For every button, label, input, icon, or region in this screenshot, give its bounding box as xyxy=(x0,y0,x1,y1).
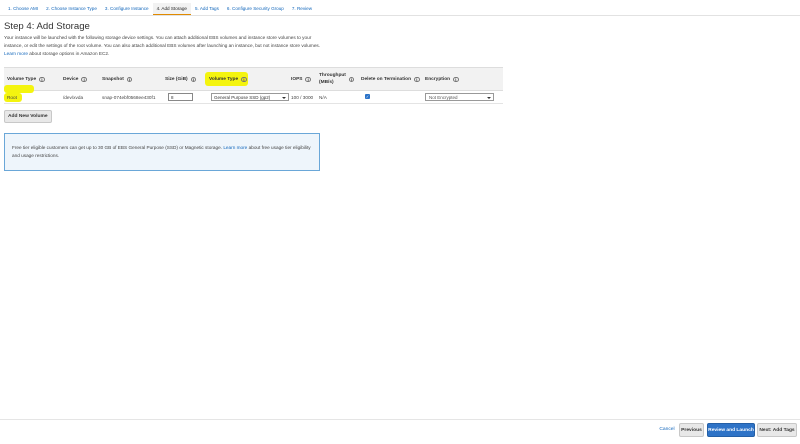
header-volume-type: Volume Type i xyxy=(7,68,45,91)
notice-learn-more-link[interactable]: Learn more xyxy=(223,145,247,150)
intro-text: Your instance will be launched with the … xyxy=(4,34,324,58)
info-icon[interactable]: i xyxy=(81,76,87,83)
header-size-label: Size (GiB) xyxy=(165,77,188,82)
header-snapshot-label: Snapshot xyxy=(102,77,124,82)
volume-type-select[interactable]: General Purpose SSD (gp2) xyxy=(211,93,289,101)
tab-add-storage[interactable]: 4. Add Storage xyxy=(152,3,191,15)
header-ebs-volume-type-label: Volume Type xyxy=(209,77,239,82)
header-encryption-label: Encryption xyxy=(425,77,451,82)
table-row: Root /dev/xvda snap-074ebf0568ee430f1 8 … xyxy=(4,91,503,104)
table-header: Volume Type i Device i Snapshot i Size (GiB… xyxy=(4,67,503,93)
cell-device: /dev/xvda xyxy=(63,94,84,100)
tab-configure-instance[interactable]: 3. Configure Instance xyxy=(101,3,153,15)
volume-type-select-value: General Purpose SSD (gp2) xyxy=(214,95,271,100)
tab-configure-security-group[interactable]: 6. Configure Security Group xyxy=(223,3,288,15)
header-encryption: Encryption i xyxy=(425,68,459,91)
cell-volume-type: Root xyxy=(7,94,17,100)
review-and-launch-button[interactable]: Review and Launch xyxy=(707,423,755,437)
cell-iops: 100 / 3000 xyxy=(291,94,314,100)
tab-add-tags[interactable]: 5. Add Tags xyxy=(191,3,223,15)
delete-on-termination-checkbox[interactable]: ✓ xyxy=(365,94,370,99)
header-delete-on-termination-label: Delete on Termination xyxy=(361,77,412,82)
wizard-divider xyxy=(0,15,800,16)
check-icon: ✓ xyxy=(365,94,370,99)
info-icon[interactable]: i xyxy=(190,76,197,83)
info-icon[interactable]: i xyxy=(348,76,355,83)
tab-choose-ami[interactable]: 1. Choose AMI xyxy=(4,3,42,15)
header-iops-label: IOPS xyxy=(291,77,303,82)
page-title: Step 4: Add Storage xyxy=(4,21,90,32)
header-size: Size (GiB) i xyxy=(165,68,197,91)
learn-more-link[interactable]: Learn more xyxy=(4,51,28,56)
wizard-steps: 1. Choose AMI 2. Choose Instance Type 3.… xyxy=(4,3,316,15)
info-icon[interactable]: i xyxy=(241,76,247,83)
header-throughput-unit: (MB/s) xyxy=(319,79,334,85)
cell-snapshot[interactable]: snap-074ebf0568ee430f1 xyxy=(102,91,155,103)
header-snapshot: Snapshot i xyxy=(102,68,133,91)
header-volume-type-label: Volume Type xyxy=(7,77,37,82)
header-device: Device i xyxy=(63,68,87,91)
info-icon[interactable]: i xyxy=(39,76,45,83)
notice-text: Free tier eligible customers can get up … xyxy=(12,145,222,150)
previous-button[interactable]: Previous xyxy=(679,423,704,437)
info-icon[interactable]: i xyxy=(305,76,311,83)
header-device-label: Device xyxy=(63,77,79,82)
caret-down-icon xyxy=(282,96,286,99)
footer-divider xyxy=(0,419,800,420)
add-new-volume-button[interactable]: Add New Volume xyxy=(4,110,52,123)
info-icon[interactable]: i xyxy=(126,76,133,83)
header-ebs-volume-type: Volume Type i xyxy=(209,68,247,91)
encryption-select[interactable]: Not Encrypted xyxy=(425,93,494,101)
size-input[interactable]: 8 xyxy=(168,93,193,101)
tab-review[interactable]: 7. Review xyxy=(288,3,316,15)
intro-suffix: about storage options in Amazon EC2. xyxy=(29,51,110,56)
cancel-button[interactable]: Cancel xyxy=(658,423,676,437)
encryption-select-value: Not Encrypted xyxy=(429,95,458,100)
header-iops: IOPS i xyxy=(291,68,311,91)
header-delete-on-termination: Delete on Termination i xyxy=(361,68,420,91)
caret-down-icon xyxy=(487,96,491,99)
intro-body: Your instance will be launched with the … xyxy=(4,35,321,48)
header-throughput-label: Throughput xyxy=(319,73,346,79)
info-icon[interactable]: i xyxy=(414,76,420,83)
info-icon[interactable]: i xyxy=(453,76,459,83)
free-tier-notice: Free tier eligible customers can get up … xyxy=(4,133,320,171)
next-add-tags-button[interactable]: Next: Add Tags xyxy=(757,423,797,437)
storage-table: Volume Type i Device i Snapshot i Size (GiB… xyxy=(4,67,503,104)
tab-choose-instance-type[interactable]: 2. Choose Instance Type xyxy=(42,3,101,15)
header-throughput: Throughput (MB/s) i xyxy=(319,68,355,91)
cell-throughput: N/A xyxy=(319,94,327,100)
